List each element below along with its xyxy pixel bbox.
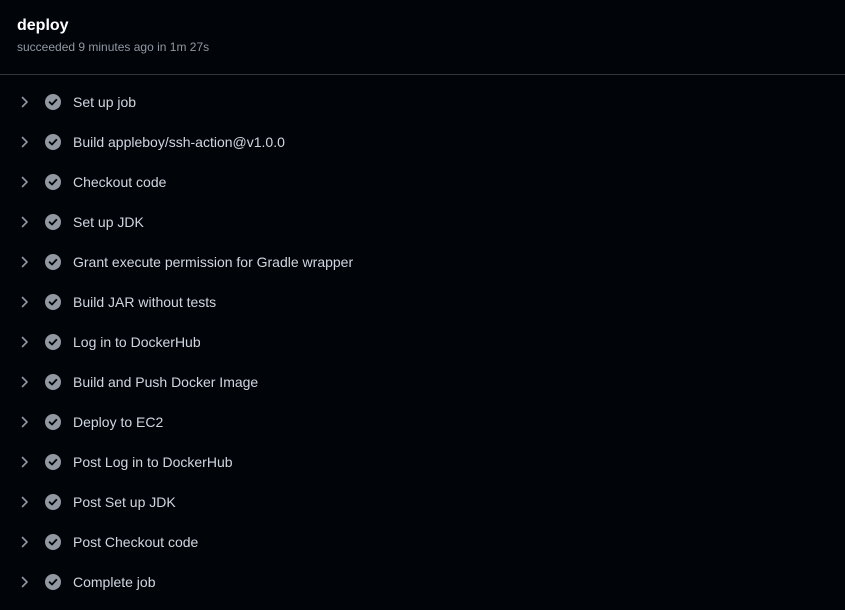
check-circle-icon — [45, 534, 61, 550]
step-label: Grant execute permission for Gradle wrap… — [73, 254, 354, 270]
job-title: deploy — [17, 17, 69, 34]
chevron-right-icon[interactable] — [19, 136, 31, 148]
step-row[interactable]: Deploy to EC2 — [0, 402, 845, 442]
chevron-right-icon[interactable] — [19, 256, 31, 268]
chevron-right-icon[interactable] — [19, 96, 31, 108]
check-circle-icon — [45, 374, 61, 390]
step-label: Checkout code — [73, 174, 167, 190]
check-circle-icon — [45, 94, 61, 110]
step-label: Complete job — [73, 574, 156, 590]
chevron-right-icon[interactable] — [19, 336, 31, 348]
chevron-right-icon[interactable] — [19, 496, 31, 508]
step-row[interactable]: Post Checkout code — [0, 522, 845, 562]
step-row[interactable]: Post Log in to DockerHub — [0, 442, 845, 482]
step-label: Post Set up JDK — [73, 494, 176, 510]
chevron-right-icon[interactable] — [19, 216, 31, 228]
step-row[interactable]: Build appleboy/ssh-action@v1.0.0 — [0, 122, 845, 162]
check-circle-icon — [45, 214, 61, 230]
check-circle-icon — [45, 414, 61, 430]
step-label: Build and Push Docker Image — [73, 374, 259, 390]
chevron-right-icon[interactable] — [19, 456, 31, 468]
step-label: Post Log in to DockerHub — [73, 454, 233, 470]
step-label: Set up JDK — [73, 214, 144, 230]
step-label: Build JAR without tests — [73, 294, 217, 310]
steps-list: Set up job Build appleboy/ssh-action@v1.0… — [0, 82, 845, 602]
step-row[interactable]: Set up JDK — [0, 202, 845, 242]
step-row[interactable]: Post Set up JDK — [0, 482, 845, 522]
check-circle-icon — [45, 454, 61, 470]
chevron-right-icon[interactable] — [19, 416, 31, 428]
check-circle-icon — [45, 494, 61, 510]
check-circle-icon — [45, 294, 61, 310]
step-row[interactable]: Log in to DockerHub — [0, 322, 845, 362]
check-circle-icon — [45, 174, 61, 190]
step-label: Post Checkout code — [73, 534, 199, 550]
chevron-right-icon[interactable] — [19, 576, 31, 588]
check-circle-icon — [45, 574, 61, 590]
step-label: Log in to DockerHub — [73, 334, 201, 350]
step-row[interactable]: Checkout code — [0, 162, 845, 202]
chevron-right-icon[interactable] — [19, 296, 31, 308]
step-row[interactable]: Complete job — [0, 562, 845, 602]
check-circle-icon — [45, 134, 61, 150]
step-row[interactable]: Build JAR without tests — [0, 282, 845, 322]
step-row[interactable]: Set up job — [0, 82, 845, 122]
job-header: deploy succeeded 9 minutes ago in 1m 27s — [0, 0, 845, 75]
step-label: Build appleboy/ssh-action@v1.0.0 — [73, 134, 285, 150]
chevron-right-icon[interactable] — [19, 536, 31, 548]
step-label: Set up job — [73, 94, 137, 110]
step-label: Deploy to EC2 — [73, 414, 164, 430]
job-status-text: succeeded 9 minutes ago in 1m 27s — [17, 40, 210, 54]
chevron-right-icon[interactable] — [19, 176, 31, 188]
check-circle-icon — [45, 334, 61, 350]
step-row[interactable]: Grant execute permission for Gradle wrap… — [0, 242, 845, 282]
step-row[interactable]: Build and Push Docker Image — [0, 362, 845, 402]
chevron-right-icon[interactable] — [19, 376, 31, 388]
check-circle-icon — [45, 254, 61, 270]
